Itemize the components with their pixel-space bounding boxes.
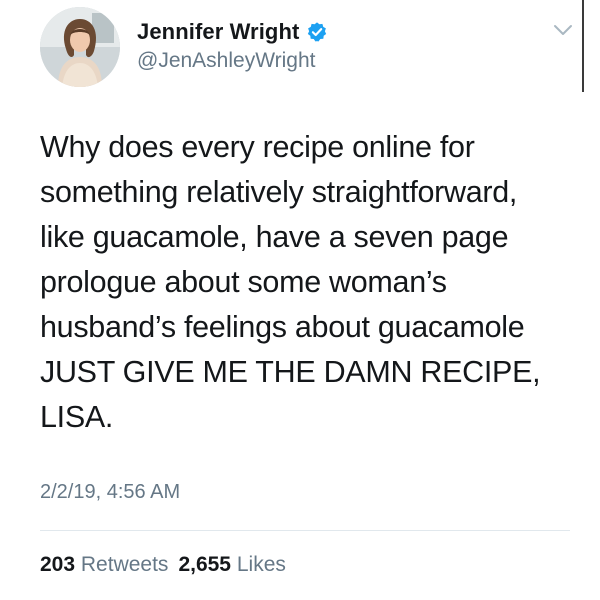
edge-divider: [582, 0, 584, 92]
tweet-text-line: something relatively straightforward,: [40, 175, 518, 209]
tweet-text-line: Why does every recipe online for: [40, 130, 475, 164]
chevron-down-icon[interactable]: [553, 23, 573, 37]
user-handle[interactable]: @JenAshleyWright: [137, 49, 316, 73]
timestamp[interactable]: 2/2/19, 4:56 AM: [40, 481, 180, 504]
retweets-stat[interactable]: 203 Retweets: [40, 553, 168, 576]
name-row: Jennifer Wright: [137, 17, 328, 47]
retweets-label: Retweets: [80, 553, 169, 576]
retweets-count: 203: [40, 553, 76, 576]
tweet-text-line: LISA.: [40, 400, 114, 434]
tweet-card: Jennifer Wright @JenAshleyWright Why doe…: [0, 0, 600, 600]
profile-photo: [40, 7, 120, 87]
likes-label: Likes: [236, 553, 286, 576]
tweet-text-line: husband’s feelings about guacamole: [40, 310, 525, 344]
tweet-text-line: like guacamole, have a seven page: [40, 220, 509, 254]
stats-divider: [40, 530, 570, 531]
tweet-text-line: JUST GIVE ME THE DAMN RECIPE,: [40, 355, 541, 389]
verified-badge-icon: [306, 21, 328, 43]
engagement-stats: 203 Retweets 2,655 Likes: [40, 553, 286, 577]
tweet-text: Why does every recipe online for somethi…: [40, 125, 585, 440]
likes-stat[interactable]: 2,655 Likes: [178, 553, 285, 576]
tweet-text-line: prologue about some woman’s: [40, 265, 447, 299]
likes-count: 2,655: [178, 553, 231, 576]
avatar[interactable]: [40, 7, 120, 87]
display-name[interactable]: Jennifer Wright: [137, 19, 299, 45]
